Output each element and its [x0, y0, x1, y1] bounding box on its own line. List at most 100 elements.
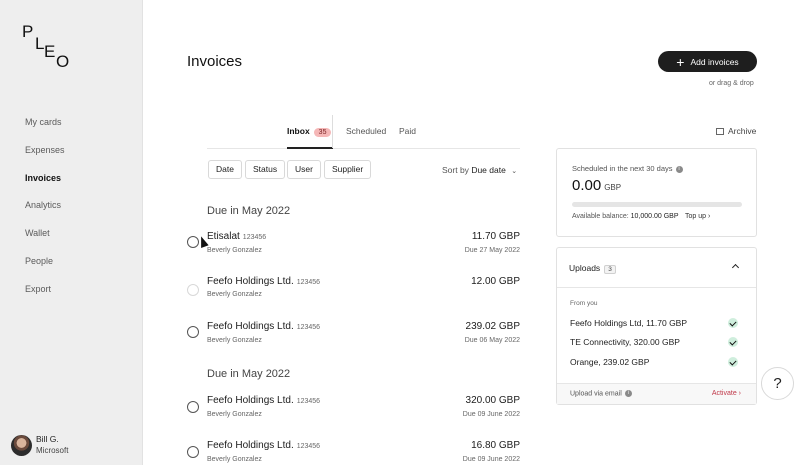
- select-radio[interactable]: [187, 284, 199, 296]
- archive-label: Archive: [728, 126, 757, 136]
- sidebar-item-invoices[interactable]: Invoices: [25, 171, 65, 199]
- tab-divider: [332, 115, 333, 148]
- user-profile[interactable]: Bill G. Microsoft: [11, 434, 68, 456]
- scheduled-label-text: Scheduled in the next 30 days: [572, 164, 673, 173]
- vendor-name: Feefo Holdings Ltd.: [207, 321, 294, 332]
- invoice-amount: 16.80 GBP: [471, 440, 520, 451]
- filter-user-button[interactable]: User: [287, 160, 321, 179]
- check-icon: [728, 337, 738, 347]
- upload-via-email: Upload via email i: [570, 390, 632, 397]
- invoice-tabs: Inbox 35 Scheduled Paid: [207, 115, 520, 149]
- invoice-vendor: Feefo Holdings Ltd. 123456: [207, 321, 320, 332]
- user-org: Microsoft: [36, 446, 69, 455]
- scheduled-currency: GBP: [604, 183, 622, 192]
- inbox-count-badge: 35: [313, 128, 332, 137]
- check-icon: [728, 357, 738, 367]
- sidebar-item-my-cards[interactable]: My cards: [25, 115, 65, 143]
- scheduled-amount-value: 0.00: [572, 177, 602, 194]
- chevron-down-icon: ⌄: [511, 168, 518, 175]
- select-radio[interactable]: [187, 401, 199, 413]
- scheduled-label: Scheduled in the next 30 days i: [572, 164, 683, 173]
- sidebar-item-export[interactable]: Export: [25, 282, 65, 310]
- invoice-person: Beverly Gonzalez: [207, 337, 262, 344]
- archive-icon: [716, 127, 724, 135]
- avatar: [11, 434, 32, 456]
- filter-supplier-button[interactable]: Supplier: [324, 160, 372, 179]
- scheduled-amount: 0.00 GBP: [572, 177, 621, 194]
- available-balance: Available balance: 10,000.00 GBP: [572, 213, 679, 220]
- invoice-person: Beverly Gonzalez: [207, 247, 262, 254]
- filter-status-button[interactable]: Status: [245, 160, 286, 179]
- invoice-row[interactable]: Feefo Holdings Ltd. 123456 Beverly Gonzal…: [187, 395, 520, 433]
- balance-label: Available balance:: [572, 213, 629, 220]
- vendor-name: Feefo Holdings Ltd.: [207, 440, 294, 451]
- upload-item: Orange, 239.02 GBP: [570, 357, 650, 367]
- sort-dropdown[interactable]: Sort by Due date ⌄: [442, 165, 517, 175]
- uploads-header[interactable]: Uploads 3: [557, 248, 756, 288]
- invoice-row[interactable]: Feefo Holdings Ltd. 123456 Beverly Gonzal…: [187, 321, 520, 359]
- invoice-vendor: Feefo Holdings Ltd. 123456: [207, 440, 320, 451]
- invoice-person: Beverly Gonzalez: [207, 456, 262, 463]
- vendor-name: Etisalat: [207, 231, 240, 242]
- upload-item: Feefo Holdings Ltd, 11.70 GBP: [570, 318, 688, 328]
- check-icon: [728, 318, 738, 328]
- tab-paid[interactable]: Paid: [399, 126, 416, 136]
- drag-drop-hint: or drag & drop: [709, 80, 754, 87]
- sort-value: Due date: [471, 165, 506, 175]
- user-info: Bill G. Microsoft: [36, 434, 68, 456]
- info-icon[interactable]: i: [675, 165, 683, 173]
- invoice-vendor: Etisalat 123456: [207, 231, 266, 242]
- invoice-person: Beverly Gonzalez: [207, 291, 262, 298]
- uploads-title-text: Uploads: [569, 263, 601, 273]
- uploads-card: Uploads 3 From you Feefo Holdings Ltd, 11…: [556, 247, 757, 405]
- select-radio[interactable]: [187, 446, 199, 458]
- sidebar-nav: My cards Expenses Invoices Analytics Wal…: [25, 115, 65, 310]
- invoice-row[interactable]: Etisalat 123456 Beverly Gonzalez 11.70 GB…: [187, 231, 520, 269]
- plus-icon: +: [676, 53, 685, 70]
- invoice-ref: 123456: [296, 324, 321, 331]
- tab-scheduled[interactable]: Scheduled: [346, 126, 386, 136]
- invoice-row[interactable]: Feefo Holdings Ltd. 123456 Beverly Gonzal…: [187, 440, 520, 465]
- upload-via-email-text: Upload via email: [570, 390, 622, 398]
- help-button[interactable]: ?: [761, 367, 794, 400]
- invoice-due-date: Due 27 May 2022: [464, 247, 520, 254]
- invoice-due-date: Due 09 June 2022: [462, 456, 520, 463]
- uploads-title: Uploads 3: [569, 263, 616, 274]
- sidebar-item-analytics[interactable]: Analytics: [25, 198, 65, 226]
- invoice-due-date: Due 09 June 2022: [462, 411, 520, 418]
- invoice-ref: 123456: [296, 398, 321, 405]
- sidebar-item-people[interactable]: People: [25, 254, 65, 282]
- scheduled-card: Scheduled in the next 30 days i 0.00 GBP A…: [556, 148, 757, 237]
- sidebar-item-wallet[interactable]: Wallet: [25, 226, 65, 254]
- invoice-vendor: Feefo Holdings Ltd. 123456: [207, 395, 320, 406]
- filter-date-button[interactable]: Date: [208, 160, 242, 179]
- invoice-vendor: Feefo Holdings Ltd. 123456: [207, 276, 320, 287]
- logo-letter-e: E: [44, 42, 55, 61]
- invoice-ref: 123456: [296, 443, 321, 450]
- chevron-up-icon[interactable]: [731, 263, 740, 272]
- add-invoices-label: Add invoices: [690, 56, 739, 67]
- sidebar: P L E O My cards Expenses Invoices Analy…: [0, 0, 143, 465]
- invoice-amount: 11.70 GBP: [471, 231, 520, 242]
- activate-link[interactable]: Activate ›: [712, 390, 741, 397]
- invoice-amount: 320.00 GBP: [465, 395, 520, 406]
- invoice-row[interactable]: Feefo Holdings Ltd. 123456 Beverly Gonzal…: [187, 276, 520, 314]
- select-radio[interactable]: [187, 326, 199, 338]
- invoice-amount: 12.00 GBP: [471, 276, 520, 287]
- invoice-ref: 123456: [296, 279, 321, 286]
- upload-via-email-bar: Upload via email i Activate ›: [557, 383, 756, 404]
- archive-link[interactable]: Archive: [716, 126, 756, 136]
- add-invoices-button[interactable]: + Add invoices: [658, 51, 757, 72]
- invoice-ref: 123456: [242, 234, 267, 241]
- uploads-count-badge: 3: [604, 265, 616, 274]
- top-up-link[interactable]: Top up ›: [685, 213, 710, 220]
- invoice-due-date: Due 06 May 2022: [464, 337, 520, 344]
- section-heading: Due in May 2022: [207, 368, 291, 380]
- tab-inbox[interactable]: Inbox 35: [287, 126, 332, 137]
- sidebar-item-expenses[interactable]: Expenses: [25, 143, 65, 171]
- invoice-amount: 239.02 GBP: [465, 321, 520, 332]
- info-icon[interactable]: i: [624, 390, 632, 397]
- from-you-label: From you: [570, 300, 598, 307]
- pleo-logo[interactable]: P L E O: [22, 22, 74, 70]
- balance-value: 10,000.00 GBP: [630, 213, 679, 220]
